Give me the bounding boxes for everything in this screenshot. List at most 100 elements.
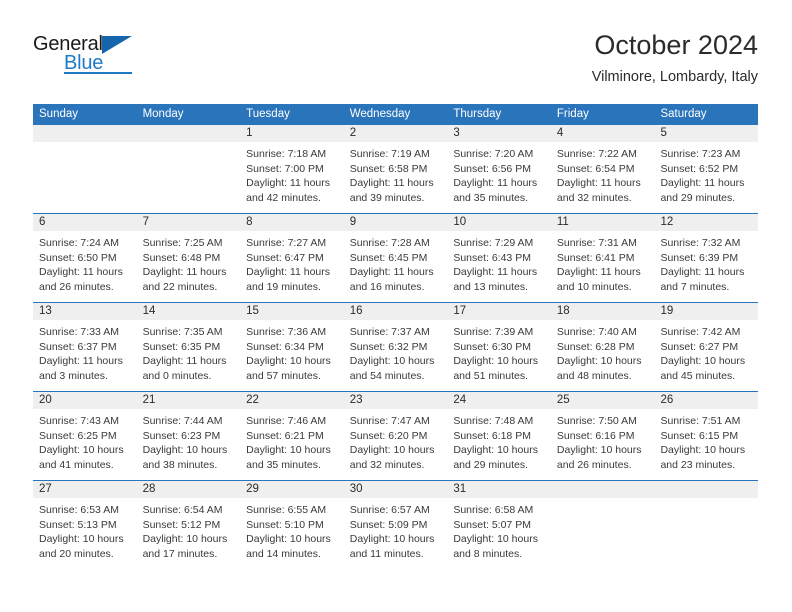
day-details: Sunrise: 7:31 AM Sunset: 6:41 PM Daylight:… [551,231,655,294]
calendar-week-row: 13 Sunrise: 7:33 AM Sunset: 6:37 PM Dayligh… [33,302,759,391]
sunrise-time: Sunrise: 7:22 AM [556,148,637,160]
day-number: 20 [33,392,137,409]
day-cell[interactable]: 5 Sunrise: 7:23 AM Sunset: 6:52 PM Daylight… [654,125,759,213]
day-cell[interactable]: 27 Sunrise: 6:53 AM Sunset: 5:13 PM Dayligh… [33,481,137,569]
sunset-time: Sunset: 6:47 PM [246,251,324,264]
sunset-time: Sunset: 6:54 PM [556,162,635,175]
sunset-time: Sunset: 6:45 PM [349,251,428,264]
weekday-header-monday: Monday [142,108,184,120]
day-details: Sunrise: 7:47 AM Sunset: 6:20 PM Daylight:… [344,409,448,472]
day-number: 27 [33,481,137,498]
day-number: 5 [654,125,759,142]
sunrise-time: Sunrise: 7:33 AM [39,326,119,338]
title-block: October 2024 Vilminore, Lombardy, Italy [592,28,758,88]
logo-text-blue: Blue [64,52,104,74]
day-cell[interactable]: 10 Sunrise: 7:29 AM Sunset: 6:43 PM Dayligh… [447,214,551,302]
day-cell[interactable]: 1 Sunrise: 7:18 AM Sunset: 7:00 PM Daylight… [240,125,344,213]
daylight-duration-line2: and 3 minutes. [39,369,108,382]
daylight-duration-line1: Daylight: 10 hours [660,444,746,457]
day-details: Sunrise: 7:29 AM Sunset: 6:43 PM Daylight:… [447,231,551,294]
sunrise-time: Sunrise: 7:28 AM [349,237,430,249]
day-details: Sunrise: 6:58 AM Sunset: 5:07 PM Daylight:… [447,498,551,561]
day-details: Sunrise: 7:28 AM Sunset: 6:45 PM Daylight:… [344,231,448,294]
day-cell[interactable]: 13 Sunrise: 7:33 AM Sunset: 6:37 PM Dayligh… [33,303,137,391]
daylight-duration-line1: Daylight: 10 hours [349,444,435,457]
day-cell[interactable]: 19 Sunrise: 7:42 AM Sunset: 6:27 PM Dayligh… [654,303,759,391]
day-cell[interactable]: 30 Sunrise: 6:57 AM Sunset: 5:09 PM Dayligh… [343,481,448,569]
day-cell[interactable]: 8 Sunrise: 7:27 AM Sunset: 6:47 PM Daylight… [240,214,344,302]
day-details: Sunrise: 7:25 AM Sunset: 6:48 PM Daylight:… [137,231,241,294]
sunset-time: Sunset: 5:10 PM [246,518,324,531]
daylight-duration-line1: Daylight: 11 hours [660,177,745,190]
day-details: Sunrise: 7:43 AM Sunset: 6:25 PM Daylight:… [33,409,137,472]
daylight-duration-line1: Daylight: 11 hours [39,266,123,279]
day-number: 30 [343,481,448,498]
sunrise-time: Sunrise: 6:53 AM [39,504,119,516]
sunset-time: Sunset: 6:16 PM [556,429,635,442]
day-cell[interactable]: 31 Sunrise: 6:58 AM Sunset: 5:07 PM Dayligh… [447,481,551,569]
daylight-duration-line2: and 57 minutes. [246,369,321,382]
day-details: Sunrise: 7:42 AM Sunset: 6:27 PM Daylight:… [654,320,758,383]
daylight-duration-line1: Daylight: 11 hours [142,266,227,279]
sunset-time: Sunset: 6:20 PM [349,429,428,442]
day-cell[interactable]: 29 Sunrise: 6:55 AM Sunset: 5:10 PM Dayligh… [240,481,344,569]
calendar-week-row: 20 Sunrise: 7:43 AM Sunset: 6:25 PM Dayligh… [33,391,759,480]
sunset-time: Sunset: 5:13 PM [39,518,117,531]
day-number: 19 [654,303,759,320]
daylight-duration-line2: and 29 minutes. [453,458,529,471]
day-number [33,125,137,142]
day-cell[interactable]: 4 Sunrise: 7:22 AM Sunset: 6:54 PM Daylight… [550,125,655,213]
day-details: Sunrise: 7:37 AM Sunset: 6:32 PM Daylight:… [344,320,448,383]
day-number: 28 [136,481,241,498]
day-cell[interactable]: 14 Sunrise: 7:35 AM Sunset: 6:35 PM Dayligh… [136,303,241,391]
day-cell[interactable]: 6 Sunrise: 7:24 AM Sunset: 6:50 PM Daylight… [33,214,137,302]
day-number: 25 [550,392,655,409]
day-details: Sunrise: 6:57 AM Sunset: 5:09 PM Daylight:… [344,498,448,561]
daylight-duration-line2: and 42 minutes. [246,191,321,204]
day-cell[interactable]: 22 Sunrise: 7:46 AM Sunset: 6:21 PM Dayligh… [240,392,344,480]
day-cell[interactable]: 26 Sunrise: 7:51 AM Sunset: 6:15 PM Dayligh… [654,392,759,480]
sunset-time: Sunset: 6:56 PM [453,162,531,175]
day-cell[interactable]: 3 Sunrise: 7:20 AM Sunset: 6:56 PM Daylight… [447,125,551,213]
day-cell[interactable]: 18 Sunrise: 7:40 AM Sunset: 6:28 PM Dayligh… [550,303,655,391]
sunset-time: Sunset: 5:12 PM [142,518,221,531]
sunrise-time: Sunrise: 7:18 AM [246,148,327,160]
day-cell[interactable]: 21 Sunrise: 7:44 AM Sunset: 6:23 PM Dayligh… [136,392,241,480]
daylight-duration-line2: and 32 minutes. [556,191,632,204]
day-cell[interactable]: 28 Sunrise: 6:54 AM Sunset: 5:12 PM Dayligh… [136,481,241,569]
sunrise-time: Sunrise: 7:40 AM [556,326,637,338]
day-cell[interactable]: 23 Sunrise: 7:47 AM Sunset: 6:20 PM Dayligh… [343,392,448,480]
day-number: 8 [240,214,344,231]
day-cell[interactable]: 25 Sunrise: 7:50 AM Sunset: 6:16 PM Dayligh… [550,392,655,480]
daylight-duration-line2: and 38 minutes. [142,458,218,471]
sunset-time: Sunset: 6:34 PM [246,340,324,353]
sunrise-time: Sunrise: 6:58 AM [453,504,534,516]
day-cell[interactable]: 17 Sunrise: 7:39 AM Sunset: 6:30 PM Dayligh… [447,303,551,391]
sunset-time: Sunset: 6:50 PM [39,251,117,264]
day-cell[interactable]: 11 Sunrise: 7:31 AM Sunset: 6:41 PM Dayligh… [550,214,655,302]
sunrise-time: Sunrise: 7:20 AM [453,148,534,160]
day-number: 31 [447,481,551,498]
day-cell[interactable]: 12 Sunrise: 7:32 AM Sunset: 6:39 PM Dayligh… [654,214,759,302]
daylight-duration-line2: and 32 minutes. [349,458,425,471]
day-cell[interactable]: 7 Sunrise: 7:25 AM Sunset: 6:48 PM Daylight… [136,214,241,302]
daylight-duration-line1: Daylight: 10 hours [246,355,331,368]
day-cell[interactable]: 20 Sunrise: 7:43 AM Sunset: 6:25 PM Dayligh… [33,392,137,480]
day-number: 11 [550,214,655,231]
day-details: Sunrise: 7:33 AM Sunset: 6:37 PM Daylight:… [33,320,137,383]
day-cell[interactable]: 2 Sunrise: 7:19 AM Sunset: 6:58 PM Daylight… [343,125,448,213]
day-number: 15 [240,303,344,320]
day-cell[interactable]: 24 Sunrise: 7:48 AM Sunset: 6:18 PM Dayligh… [447,392,551,480]
calendar-weeks: 1 Sunrise: 7:18 AM Sunset: 7:00 PM Daylight… [33,125,759,569]
day-cell[interactable]: 16 Sunrise: 7:37 AM Sunset: 6:32 PM Dayligh… [343,303,448,391]
day-details: Sunrise: 7:48 AM Sunset: 6:18 PM Daylight:… [447,409,551,472]
general-blue-logo[interactable]: General Blue [33,33,163,81]
day-cell[interactable]: 9 Sunrise: 7:28 AM Sunset: 6:45 PM Daylight… [343,214,448,302]
daylight-duration-line1: Daylight: 10 hours [453,444,538,457]
sunset-time: Sunset: 6:30 PM [453,340,531,353]
sunrise-time: Sunrise: 7:25 AM [142,237,223,249]
day-cell[interactable]: 15 Sunrise: 7:36 AM Sunset: 6:34 PM Dayligh… [240,303,344,391]
daylight-duration-line2: and 13 minutes. [453,280,529,293]
sunrise-time: Sunrise: 6:55 AM [246,504,327,516]
daylight-duration-line1: Daylight: 10 hours [39,533,124,546]
